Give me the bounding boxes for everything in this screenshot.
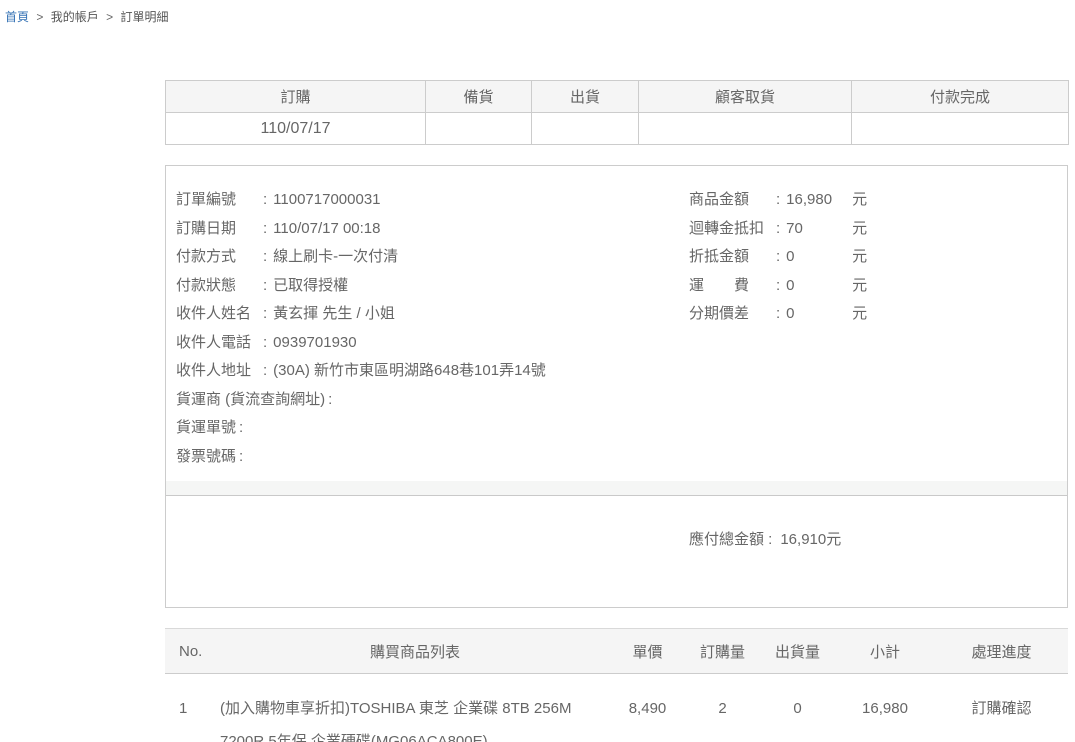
discount-amount-row: 折抵金額:0元 (689, 243, 1057, 272)
status-ordered-date: 110/07/17 (166, 113, 426, 145)
purchased-items-table: No. 購買商品列表 單價 訂購量 出貨量 小計 處理進度 1 (加入購物車享折… (165, 628, 1068, 742)
status-shipped-date (532, 113, 639, 145)
items-header-product: 購買商品列表 (220, 629, 610, 674)
order-number-row: 訂單編號:1100717000031 (176, 186, 689, 215)
recipient-address-value: (30A) 新竹市東區明湖路648巷101弄14號 (273, 362, 546, 379)
field-label: 折抵金額 (689, 243, 773, 272)
currency-unit: 元 (852, 191, 867, 208)
field-label: 付款方式 (176, 243, 260, 272)
field-label: 商品金額 (689, 186, 773, 215)
item-row: 1 (加入購物車享折扣)TOSHIBA 東芝 企業碟 8TB 256M 7200… (165, 674, 1068, 742)
item-shipped-qty: 0 (760, 674, 835, 742)
field-label: 迴轉金抵扣 (689, 215, 773, 244)
total-due-value: 16,910元 (780, 531, 841, 548)
field-label: 分期價差 (689, 300, 773, 329)
breadcrumb-home-link[interactable]: 首頁 (5, 10, 29, 24)
status-header-shipped: 出貨 (532, 81, 639, 113)
payment-status-value: 已取得授權 (273, 277, 348, 294)
section-divider (166, 481, 1067, 496)
item-amount-row: 商品金額:16,980元 (689, 186, 1057, 215)
items-header-row: No. 購買商品列表 單價 訂購量 出貨量 小計 處理進度 (165, 629, 1068, 674)
breadcrumb-item-current: 訂單明細 (120, 10, 168, 24)
order-date-row: 訂購日期:110/07/17 00:18 (176, 215, 689, 244)
order-total-section: 應付總金額 : 16,910元 (166, 496, 1067, 549)
installment-diff-value: 0 (786, 300, 852, 329)
status-header-preparing: 備貨 (426, 81, 532, 113)
items-header-no: No. (165, 629, 220, 674)
items-header-order-qty: 訂購量 (685, 629, 760, 674)
recipient-name-row: 收件人姓名:黃玄揮 先生 / 小姐 (176, 300, 689, 329)
field-label: 貨運單號 (176, 414, 236, 443)
status-paid-date (852, 113, 1069, 145)
order-status-table: 訂購 備貨 出貨 顧客取貨 付款完成 110/07/17 (165, 80, 1069, 145)
payment-status-row: 付款狀態:已取得授權 (176, 272, 689, 301)
status-header-row: 訂購 備貨 出貨 顧客取貨 付款完成 (166, 81, 1069, 113)
breadcrumb-separator: > (36, 10, 43, 24)
recipient-address-row: 收件人地址:(30A) 新竹市東區明湖路648巷101弄14號 (176, 357, 689, 386)
currency-unit: 元 (852, 220, 867, 237)
field-label: 收件人電話 (176, 329, 260, 358)
order-number-value: 1100717000031 (273, 191, 380, 208)
items-header-shipped-qty: 出貨量 (760, 629, 835, 674)
status-pickup-date (639, 113, 852, 145)
breadcrumb-item-account[interactable]: 我的帳戶 (51, 10, 99, 24)
order-detail-main: 訂單編號:1100717000031 訂購日期:110/07/17 00:18 … (166, 166, 1067, 481)
invoice-number-row: 發票號碼: (176, 443, 689, 472)
breadcrumb-separator: > (106, 10, 113, 24)
shipping-fee-value: 0 (786, 272, 852, 301)
item-product-name: (加入購物車享折扣)TOSHIBA 東芝 企業碟 8TB 256M 7200R … (220, 674, 610, 742)
rebate-deduction-value: 70 (786, 215, 852, 244)
shipping-fee-row: 運 費:0元 (689, 272, 1057, 301)
item-unit-price: 8,490 (610, 674, 685, 742)
installment-diff-row: 分期價差:0元 (689, 300, 1057, 329)
order-detail-box: 訂單編號:1100717000031 訂購日期:110/07/17 00:18 … (165, 165, 1068, 608)
currency-unit: 元 (852, 248, 867, 265)
payment-method-value: 線上刷卡-一次付清 (273, 248, 398, 265)
recipient-name-value: 黃玄揮 先生 / 小姐 (273, 305, 395, 322)
main-content: 訂購 備貨 出貨 顧客取貨 付款完成 110/07/17 訂單編號:110071… (165, 80, 1068, 742)
item-no: 1 (165, 674, 220, 742)
field-label: 運 費 (689, 272, 773, 301)
field-label: 付款狀態 (176, 272, 260, 301)
carrier-row: 貨運商 (貨流查詢網址): (176, 386, 689, 415)
item-subtotal: 16,980 (835, 674, 935, 742)
discount-amount-value: 0 (786, 243, 852, 272)
status-preparing-date (426, 113, 532, 145)
total-due-label: 應付總金額 : (689, 531, 772, 548)
items-header-progress: 處理進度 (935, 629, 1068, 674)
items-header-unit-price: 單價 (610, 629, 685, 674)
status-value-row: 110/07/17 (166, 113, 1069, 145)
tracking-number-row: 貨運單號: (176, 414, 689, 443)
rebate-deduction-row: 迴轉金抵扣:70元 (689, 215, 1057, 244)
order-date-value: 110/07/17 00:18 (273, 220, 380, 237)
payment-method-row: 付款方式:線上刷卡-一次付清 (176, 243, 689, 272)
items-header-subtotal: 小計 (835, 629, 935, 674)
field-label: 收件人地址 (176, 357, 260, 386)
field-label: 發票號碼 (176, 443, 236, 472)
recipient-phone-value: 0939701930 (273, 334, 356, 351)
status-header-pickup: 顧客取貨 (639, 81, 852, 113)
status-header-ordered: 訂購 (166, 81, 426, 113)
item-order-qty: 2 (685, 674, 760, 742)
field-label: 訂購日期 (176, 215, 260, 244)
item-amount-value: 16,980 (786, 186, 852, 215)
order-amounts-column: 商品金額:16,980元 迴轉金抵扣:70元 折抵金額:0元 運 費:0元 分期… (689, 186, 1057, 481)
currency-unit: 元 (852, 305, 867, 322)
breadcrumb: 首頁 > 我的帳戶 > 訂單明細 (5, 8, 1075, 25)
field-label: 貨運商 (貨流查詢網址) (176, 386, 325, 415)
field-label: 收件人姓名 (176, 300, 260, 329)
status-header-paid: 付款完成 (852, 81, 1069, 113)
item-progress-status: 訂購確認 (935, 674, 1068, 742)
recipient-phone-row: 收件人電話:0939701930 (176, 329, 689, 358)
currency-unit: 元 (852, 277, 867, 294)
order-info-column: 訂單編號:1100717000031 訂購日期:110/07/17 00:18 … (176, 186, 689, 481)
field-label: 訂單編號 (176, 186, 260, 215)
